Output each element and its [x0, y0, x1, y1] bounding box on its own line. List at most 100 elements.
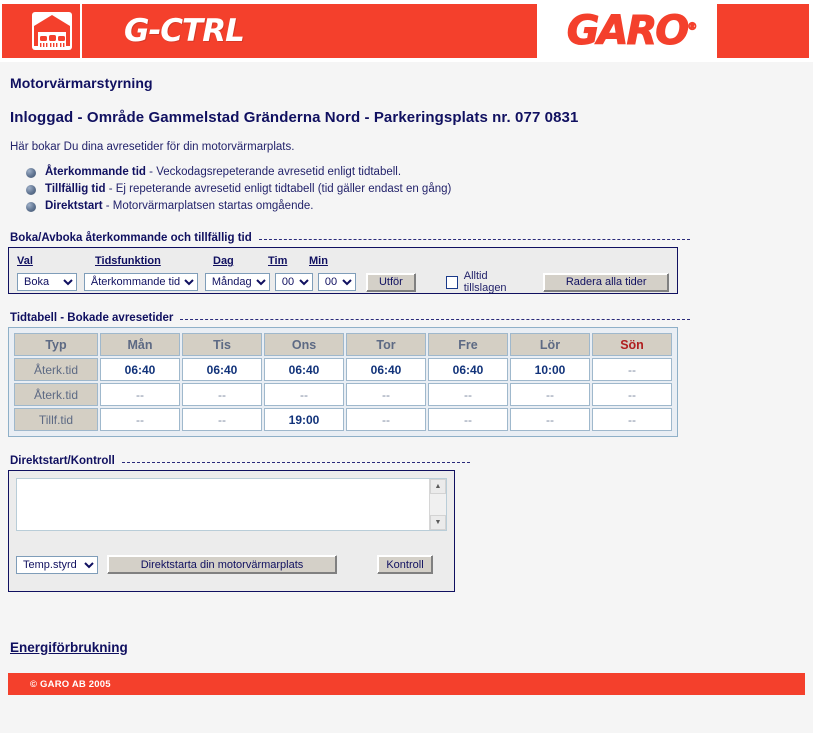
direct-controls-row: Temp.styrd Direktstarta din motorvärmarp…	[16, 555, 447, 574]
registered-trademark-icon: ®	[687, 21, 698, 33]
cell-tue: --	[182, 383, 262, 406]
page-body: Motorvärmarstyrning Inloggad - Område Ga…	[0, 75, 813, 655]
tidsfunktion-select[interactable]: Återkommande tid	[83, 273, 198, 291]
min-select[interactable]: 00	[317, 273, 356, 291]
always-on-label: Alltid tillslagen	[463, 270, 507, 294]
energy-consumption-link[interactable]: Energiförbrukning	[10, 640, 128, 655]
execute-button[interactable]: Utför	[365, 272, 416, 292]
garo-logo: GARO®	[547, 0, 717, 62]
col-wed: Ons	[264, 333, 344, 356]
cell-tue: --	[182, 408, 262, 431]
timetable: Typ Mån Tis Ons Tor Fre Lör Sön Återk.ti…	[12, 331, 674, 433]
page-title: Motorvärmarstyrning	[10, 75, 153, 91]
header-red-band-main: G-CTRL	[82, 4, 537, 58]
legend-desc: - Veckodagsrepeterande avresetid enligt …	[149, 166, 402, 178]
label-tidsfunktion: Tidsfunktion	[95, 255, 161, 267]
bullet-icon	[26, 184, 36, 195]
table-row: Återk.tid 06:40 06:40 06:40 06:40 06:40 …	[14, 358, 672, 381]
row-type: Tillf.tid	[14, 408, 98, 431]
cell-wed: 06:40	[264, 358, 344, 381]
carport-logo-box	[24, 4, 80, 58]
tim-select[interactable]: 00	[274, 273, 313, 291]
direct-section-heading: Direktstart/Kontroll	[10, 455, 470, 467]
heading-rule	[258, 239, 690, 240]
cell-wed: 19:00	[264, 408, 344, 431]
col-sat: Lör	[510, 333, 590, 356]
list-item: Direktstart - Motorvärmarplatsen startas…	[26, 199, 805, 214]
cell-sun: --	[592, 383, 672, 406]
direct-panel: ▲ ▼ Temp.styrd Direktstarta din motorvär…	[8, 470, 455, 592]
label-dag: Dag	[213, 255, 234, 267]
mode-select[interactable]: Temp.styrd	[16, 555, 98, 574]
cell-sat: 10:00	[510, 358, 590, 381]
header-red-band-right	[717, 4, 809, 58]
col-thu: Tor	[346, 333, 426, 356]
direct-start-button[interactable]: Direktstarta din motorvärmarplats	[107, 555, 337, 574]
chevron-down-icon[interactable]: ▼	[430, 515, 446, 530]
status-scrollbar[interactable]: ▲ ▼	[429, 479, 446, 530]
bullet-icon	[26, 167, 36, 178]
label-val: Val	[17, 255, 33, 267]
login-status-line: Inloggad - Område Gammelstad Gränderna N…	[10, 109, 579, 126]
booking-controls-row: Boka Återkommande tid Måndag 00 00 Utför…	[17, 270, 669, 294]
clear-all-times-button[interactable]: Radera alla tider	[543, 272, 669, 292]
col-tue: Tis	[182, 333, 262, 356]
col-mon: Mån	[100, 333, 180, 356]
booking-labels-row: Val Tidsfunktion Dag Tim Min	[17, 253, 669, 268]
table-row: Återk.tid -- -- -- -- -- -- --	[14, 383, 672, 406]
row-type: Återk.tid	[14, 383, 98, 406]
cell-sun: --	[592, 408, 672, 431]
label-tim: Tim	[268, 255, 288, 267]
carport-with-cars-icon	[29, 9, 75, 53]
row-type: Återk.tid	[14, 358, 98, 381]
col-typ: Typ	[14, 333, 98, 356]
booking-panel: Val Tidsfunktion Dag Tim Min Boka Återko…	[8, 247, 678, 294]
cell-thu: --	[346, 408, 426, 431]
page-footer: © GARO AB 2005	[8, 673, 805, 695]
legend-list: Återkommande tid - Veckodagsrepeterande …	[26, 165, 805, 214]
bullet-icon	[26, 201, 36, 212]
cell-fri: 06:40	[428, 358, 508, 381]
timetable-section-heading: Tidtabell - Bokade avresetider	[10, 312, 690, 324]
status-textarea[interactable]: ▲ ▼	[16, 478, 447, 531]
legend-desc: - Motorvärmarplatsen startas omgående.	[105, 200, 314, 212]
col-fri: Fre	[428, 333, 508, 356]
product-wordmark: G-CTRL	[124, 13, 245, 49]
legend-term: Direktstart	[45, 200, 103, 212]
cell-mon: --	[100, 383, 180, 406]
cell-sat: --	[510, 408, 590, 431]
timetable-wrapper: Typ Mån Tis Ons Tor Fre Lör Sön Återk.ti…	[8, 327, 678, 437]
val-select[interactable]: Boka	[17, 273, 77, 291]
cell-fri: --	[428, 383, 508, 406]
legend-term: Tillfällig tid	[45, 183, 106, 195]
col-sun: Sön	[592, 333, 672, 356]
booking-section-title: Boka/Avboka återkommande och tillfällig …	[10, 232, 252, 244]
list-item: Återkommande tid - Veckodagsrepeterande …	[26, 165, 805, 180]
cell-sat: --	[510, 383, 590, 406]
cell-tue: 06:40	[182, 358, 262, 381]
booking-section-heading: Boka/Avboka återkommande och tillfällig …	[10, 232, 690, 244]
heading-rule	[180, 319, 690, 320]
site-header: G-CTRL GARO®	[0, 0, 813, 62]
label-min: Min	[309, 255, 328, 267]
cell-fri: --	[428, 408, 508, 431]
intro-text: Här bokar Du dina avresetider för din mo…	[10, 141, 295, 153]
timetable-section-title: Tidtabell - Bokade avresetider	[10, 312, 174, 324]
heading-rule	[121, 462, 470, 463]
copyright-text: © GARO AB 2005	[30, 678, 111, 690]
always-on-checkbox[interactable]	[445, 275, 458, 289]
cell-sun: --	[592, 358, 672, 381]
cell-wed: --	[264, 383, 344, 406]
cell-thu: 06:40	[346, 358, 426, 381]
legend-desc: - Ej repeterande avresetid enligt tidtab…	[108, 183, 452, 195]
control-button[interactable]: Kontroll	[377, 555, 433, 574]
chevron-up-icon[interactable]: ▲	[430, 479, 446, 494]
list-item: Tillfällig tid - Ej repeterande avreseti…	[26, 182, 805, 197]
header-red-band-left	[2, 4, 24, 58]
dag-select[interactable]: Måndag	[204, 273, 270, 291]
status-row: ▲ ▼	[16, 478, 447, 531]
cell-mon: --	[100, 408, 180, 431]
table-row: Tillf.tid -- -- 19:00 -- -- -- --	[14, 408, 672, 431]
status-textarea-field[interactable]	[17, 479, 429, 530]
legend-term: Återkommande tid	[45, 166, 146, 178]
